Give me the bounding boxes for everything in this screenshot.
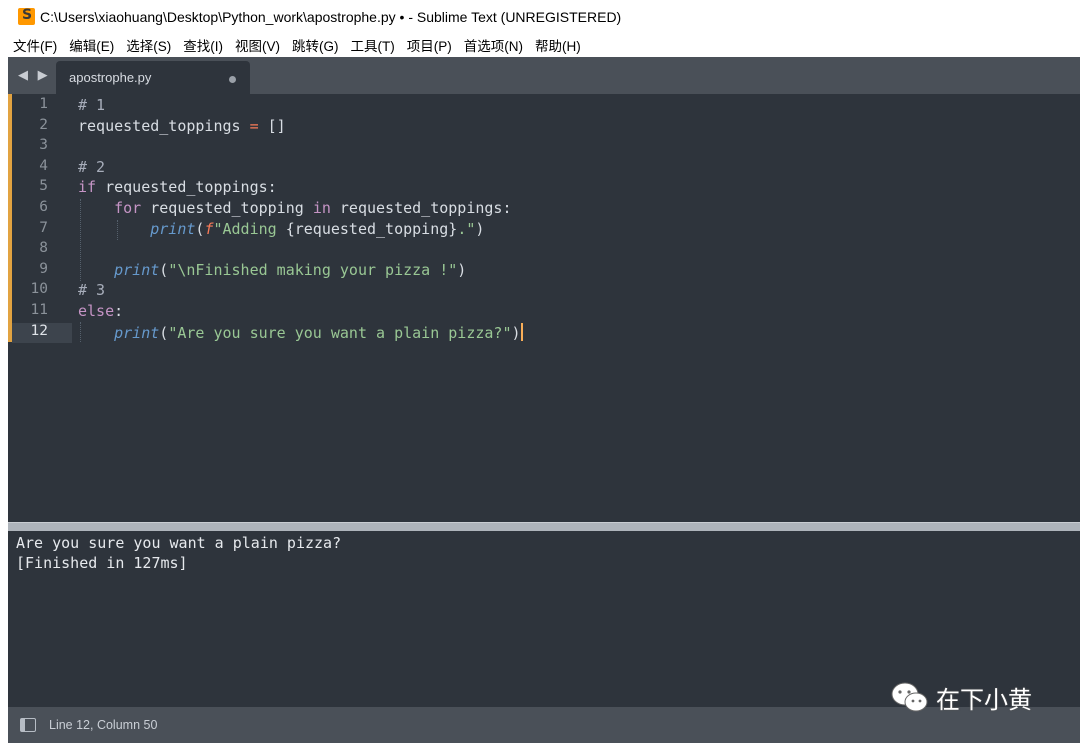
line-number: 10 [30, 281, 48, 298]
toggle-panel-icon[interactable] [20, 718, 36, 732]
line-number: 6 [39, 199, 48, 215]
window-bottom-border [0, 743, 1080, 747]
line-number: 4 [39, 157, 48, 174]
window-left-border [0, 57, 8, 743]
code-text: for requested_topping in requested_toppi… [78, 199, 512, 217]
menu-find[interactable]: 查找(I) [183, 35, 223, 55]
code-token: [] [258, 116, 286, 135]
code-line[interactable]: 10 # 3 [8, 281, 1080, 302]
code-token: ) [511, 323, 521, 342]
code-editor[interactable]: 1 # 1 2 requested_toppings = [] 3 4 # 2 5 if req… [8, 94, 1080, 522]
line-number: 8 [39, 240, 48, 257]
code-token: if [78, 178, 97, 197]
menu-help[interactable]: 帮助(H) [535, 35, 581, 55]
code-token: requested_toppings [78, 116, 250, 135]
code-token: # 3 [78, 281, 106, 300]
menu-file[interactable]: 文件(F) [13, 35, 57, 55]
code-token: print [150, 219, 196, 238]
code-text: requested_toppings = [] [78, 117, 286, 135]
indent-guide [80, 199, 81, 281]
text-cursor [520, 322, 523, 341]
menu-edit[interactable]: 编辑(E) [69, 35, 114, 55]
code-token: ( [159, 323, 169, 342]
code-line[interactable]: 11 else: [8, 302, 1080, 323]
unsaved-dot-icon[interactable] [229, 76, 236, 83]
code-text: print("\nFinished making your pizza !") [78, 261, 466, 279]
code-token: ." [457, 219, 476, 238]
title-bar: C:\Users\xiaohuang\Desktop\Python_work\a… [0, 0, 1080, 33]
tab-navigation-arrows-icon[interactable]: ◀ ▶ [18, 67, 51, 83]
code-token: "Adding [213, 219, 286, 238]
code-line[interactable]: 8 [8, 240, 1080, 261]
code-token: requested_topping [141, 199, 313, 217]
tab-apostrophe-py[interactable]: apostrophe.py [56, 61, 250, 94]
line-number: 11 [30, 302, 48, 318]
menu-selection[interactable]: 选择(S) [126, 35, 171, 55]
code-token: ) [457, 260, 467, 279]
code-text: # 1 [78, 96, 105, 114]
menu-goto[interactable]: 跳转(G) [292, 35, 339, 55]
code-token: : [114, 302, 124, 320]
line-number: 5 [39, 178, 48, 195]
code-token: requested_toppings: [96, 178, 277, 197]
menu-bar: 文件(F) 编辑(E) 选择(S) 查找(I) 视图(V) 跳转(G) 工具(T… [0, 33, 1080, 57]
code-token: print [114, 323, 160, 342]
window-title: C:\Users\xiaohuang\Desktop\Python_work\a… [40, 8, 622, 25]
code-token: "\nFinished making your pizza !" [168, 260, 458, 279]
wechat-icon [890, 681, 930, 715]
code-text: if requested_toppings: [78, 178, 277, 196]
code-line[interactable]: 5 if requested_toppings: [8, 178, 1080, 199]
menu-preferences[interactable]: 首选项(N) [464, 35, 523, 55]
watermark: 在下小黄 [890, 680, 1032, 715]
menu-tools[interactable]: 工具(T) [351, 35, 395, 55]
sublime-text-app-icon [18, 7, 35, 25]
code-token: = [249, 116, 259, 135]
code-line[interactable]: 1 # 1 [8, 96, 1080, 117]
menu-project[interactable]: 项目(P) [407, 35, 452, 55]
code-line[interactable]: 6 for requested_topping in requested_top… [8, 199, 1080, 220]
line-number: 9 [39, 260, 48, 277]
line-number: 12 [30, 322, 48, 339]
indent-guide [117, 220, 118, 240]
tab-label: apostrophe.py [69, 70, 152, 85]
cursor-position: Line 12, Column 50 [49, 718, 158, 732]
indent-guide [80, 322, 81, 342]
output-line: Are you sure you want a plain pizza? [16, 534, 342, 552]
code-line[interactable]: 3 [8, 137, 1080, 158]
code-token: # 1 [78, 96, 106, 114]
code-token: # 2 [78, 157, 106, 176]
code-token: {requested_topping} [285, 219, 458, 238]
code-text: print(f"Adding {requested_topping}.") [78, 220, 484, 238]
code-token: ( [159, 260, 169, 279]
code-text: # 2 [78, 158, 105, 176]
code-token: for [114, 199, 142, 217]
code-token: requested_toppings: [330, 199, 512, 217]
watermark-text: 在下小黄 [936, 686, 1032, 714]
code-line[interactable]: 9 print("\nFinished making your pizza !"… [8, 261, 1080, 282]
code-text: print("Are you sure you want a plain piz… [78, 322, 523, 342]
menu-view[interactable]: 视图(V) [235, 35, 280, 55]
tab-bar: ◀ ▶ apostrophe.py [8, 57, 1080, 94]
code-text: # 3 [78, 281, 105, 299]
code-line[interactable]: 2 requested_toppings = [] [8, 117, 1080, 138]
output-line: [Finished in 127ms] [16, 554, 188, 572]
code-token: ) [475, 219, 485, 238]
code-token: in [312, 199, 331, 217]
line-number: 2 [39, 116, 48, 133]
code-token: "Are you sure you want a plain pizza?" [168, 323, 512, 342]
code-token: else [78, 302, 115, 320]
line-number: 7 [39, 219, 48, 236]
code-text: else: [78, 302, 123, 320]
code-token: print [114, 260, 160, 279]
code-line[interactable]: 7 print(f"Adding {requested_topping}.") [8, 220, 1080, 241]
code-line[interactable]: 12 print("Are you sure you want a plain … [8, 322, 1080, 344]
code-line[interactable]: 4 # 2 [8, 158, 1080, 179]
line-number: 3 [39, 137, 48, 154]
line-number: 1 [39, 96, 48, 112]
